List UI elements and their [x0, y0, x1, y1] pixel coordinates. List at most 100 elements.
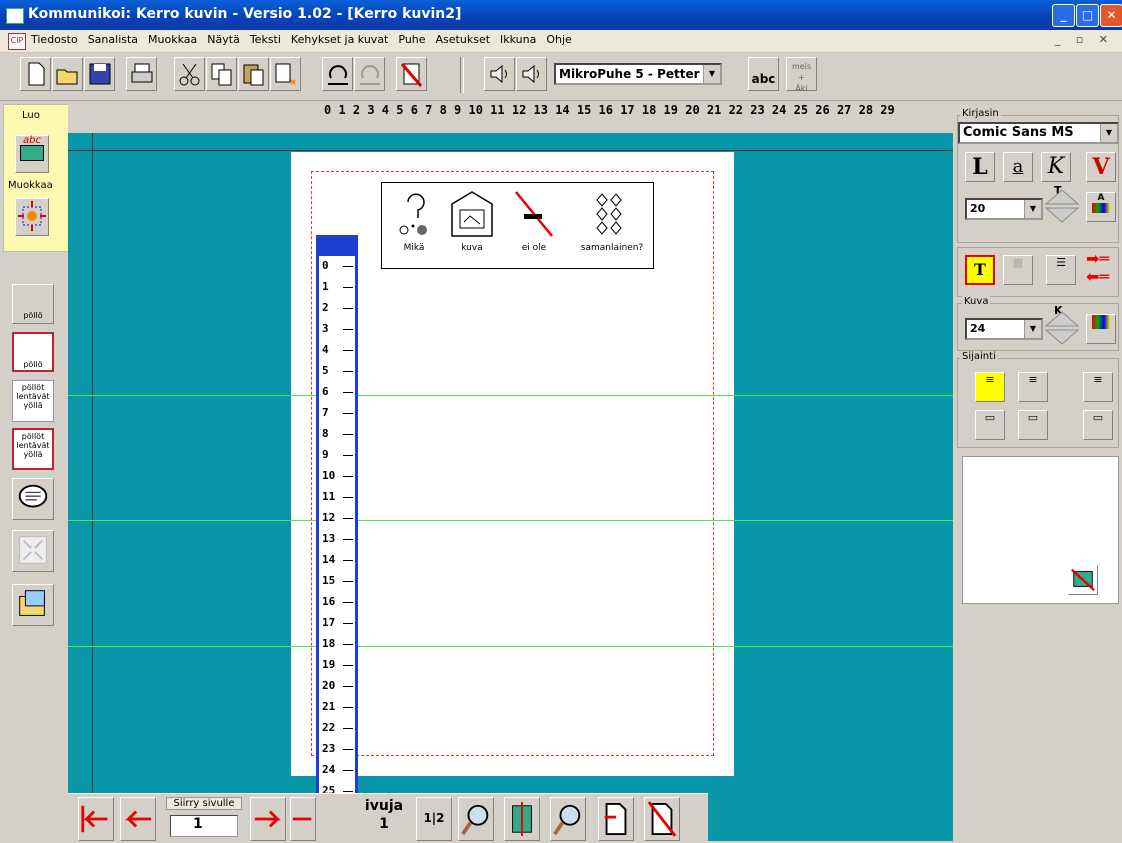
page-number-input[interactable]: 1 — [170, 815, 238, 837]
minimize-button[interactable]: _ — [1052, 4, 1075, 27]
maximize-button[interactable]: □ — [1076, 4, 1099, 27]
ruler-number: 2 — [322, 301, 329, 314]
ruler-number: 18 — [322, 637, 336, 650]
no-print-button[interactable] — [396, 57, 427, 91]
symbol-mika[interactable]: Mikä — [384, 188, 444, 253]
zoom-out-button[interactable] — [550, 797, 586, 841]
page-count-value: 1 — [379, 816, 389, 832]
undo-button[interactable] — [322, 57, 353, 91]
symbol-card-button[interactable]: pöllö — [12, 332, 54, 372]
bold-button[interactable]: L — [965, 152, 995, 182]
voice-select[interactable]: MikroPuhe 5 - Petter ▼ — [554, 63, 722, 85]
close-button[interactable]: ✕ — [1100, 4, 1122, 27]
menu-item-ikkuna[interactable]: Ikkuna — [495, 33, 541, 46]
create-frame-button[interactable]: abc — [15, 135, 49, 173]
paste-special-button[interactable] — [270, 57, 301, 91]
print-button[interactable] — [126, 57, 157, 91]
line-spacing-icon[interactable]: ➡═ ⬅═ — [1086, 250, 1120, 290]
copy-button[interactable] — [206, 57, 237, 91]
spell-check-label: abc — [751, 72, 776, 86]
create-label: Luo — [22, 110, 40, 121]
delete-page-button[interactable] — [644, 797, 680, 841]
two-page-view-button[interactable]: 1|2 — [416, 797, 452, 841]
image-size-value: 24 — [970, 322, 986, 335]
next-page-button[interactable] — [250, 797, 286, 841]
symbol-only-button[interactable]: pöllö — [12, 284, 54, 324]
ruler-tick — [343, 602, 353, 603]
text-size-select[interactable]: 20 ▼ — [965, 198, 1043, 220]
ruler-tick — [343, 497, 353, 498]
ruler-number: 14 — [322, 553, 336, 566]
image-size-stepper[interactable] — [1044, 308, 1080, 346]
new-button[interactable] — [20, 57, 51, 91]
symbol-samanlainen[interactable]: samanlainen? — [572, 188, 652, 253]
menu-item-puhe[interactable]: Puhe — [393, 33, 430, 46]
open-button[interactable] — [52, 57, 83, 91]
underline-button[interactable]: a — [1003, 152, 1033, 182]
save-button[interactable] — [84, 57, 115, 91]
word-prediction-button[interactable]: meis + Äki — [786, 57, 817, 93]
text-frame-button[interactable]: T — [965, 255, 995, 285]
menu-item-kehykset-ja-kuvat[interactable]: Kehykset ja kuvat — [286, 33, 393, 46]
edit-frame-button[interactable] — [15, 198, 49, 236]
vertical-ruler-handle[interactable] — [319, 238, 355, 256]
menu-item-ohje[interactable]: Ohje — [541, 33, 576, 46]
cut-button[interactable] — [174, 57, 205, 91]
document-icon[interactable]: CIP — [8, 33, 26, 50]
symbol-ei-ole[interactable]: ei ole — [504, 188, 564, 253]
vertical-ruler[interactable]: 0 1 2 3 4 5 6 7 8 9 10 11 12 13 14 15 16 17 18 19 20 21 22 23 24… — [316, 235, 358, 841]
paste-button[interactable] — [238, 57, 269, 91]
title-bar: Kommunikoi: Kerro kuvin - Versio 1.02 - … — [0, 0, 1122, 30]
text-card-button[interactable]: pöllöt lentävät yöllä — [12, 428, 54, 470]
two-page-label: 1|2 — [423, 811, 445, 825]
menu-item-teksti[interactable]: Teksti — [245, 33, 286, 46]
frame-image-button[interactable]: ▦ — [1003, 255, 1033, 285]
first-page-button[interactable] — [78, 797, 114, 841]
italic-button[interactable]: K — [1041, 152, 1071, 182]
ruler-tick — [343, 560, 353, 561]
previous-page-button[interactable] — [120, 797, 156, 841]
align-middle-button[interactable]: ▭ — [1018, 410, 1048, 440]
menu-item-tiedosto[interactable]: Tiedosto — [26, 33, 83, 46]
ruler-number: 15 — [322, 574, 336, 587]
no-image-button[interactable] — [1068, 565, 1098, 595]
speak-button[interactable] — [484, 57, 515, 91]
ruler-tick — [343, 413, 353, 414]
ruler-tick — [343, 665, 353, 666]
align-right-button[interactable]: ≡ — [1083, 372, 1113, 402]
font-select[interactable]: Comic Sans MS ▼ — [958, 122, 1119, 144]
menu-item-näytä[interactable]: Näytä — [202, 33, 245, 46]
ruler-tick — [343, 623, 353, 624]
align-bottom-button[interactable]: ▭ — [1083, 410, 1113, 440]
resize-button[interactable] — [12, 530, 54, 572]
align-center-button[interactable]: ≡ — [1018, 372, 1048, 402]
ruler-number: 4 — [322, 343, 329, 356]
menu-item-muokkaa[interactable]: Muokkaa — [143, 33, 202, 46]
align-top-button[interactable]: ▭ — [975, 410, 1005, 440]
ruler-tick — [343, 455, 353, 456]
zoom-in-button[interactable] — [458, 797, 494, 841]
symbol-kuva[interactable]: kuva — [442, 188, 502, 253]
text-only-button[interactable]: pöllöt lentävät yöllä — [12, 380, 54, 422]
speech-bubble-button[interactable] — [12, 478, 54, 520]
fit-page-button[interactable] — [504, 797, 540, 841]
add-page-button[interactable] — [598, 797, 634, 841]
mdi-controls[interactable]: _ ▫ ✕ — [1055, 33, 1114, 46]
spell-check-button[interactable]: abc — [748, 57, 779, 91]
align-left-button[interactable]: ≡ — [975, 372, 1005, 402]
insert-image-button[interactable] — [12, 584, 54, 626]
redo-button[interactable] — [354, 57, 385, 91]
last-page-button[interactable] — [290, 797, 316, 841]
menu-item-asetukset[interactable]: Asetukset — [431, 33, 496, 46]
list-button[interactable]: ☰ — [1046, 255, 1076, 285]
symbol-label: kuva — [461, 243, 483, 253]
image-size-select[interactable]: 24 ▼ — [965, 318, 1043, 340]
menu-list: Tiedosto Sanalista Muokkaa Näytä Teksti Kehyk… — [26, 33, 577, 46]
text-size-stepper[interactable] — [1044, 186, 1080, 224]
image-color-button[interactable] — [1086, 314, 1116, 344]
outline-button[interactable]: V — [1086, 152, 1116, 182]
text-color-button[interactable]: A — [1086, 192, 1116, 222]
menu-item-sanalista[interactable]: Sanalista — [83, 33, 143, 46]
speak-word-button[interactable] — [516, 57, 547, 91]
symbol-sentence-frame[interactable]: Mikä kuva ei ole samanlainen? — [381, 182, 654, 269]
